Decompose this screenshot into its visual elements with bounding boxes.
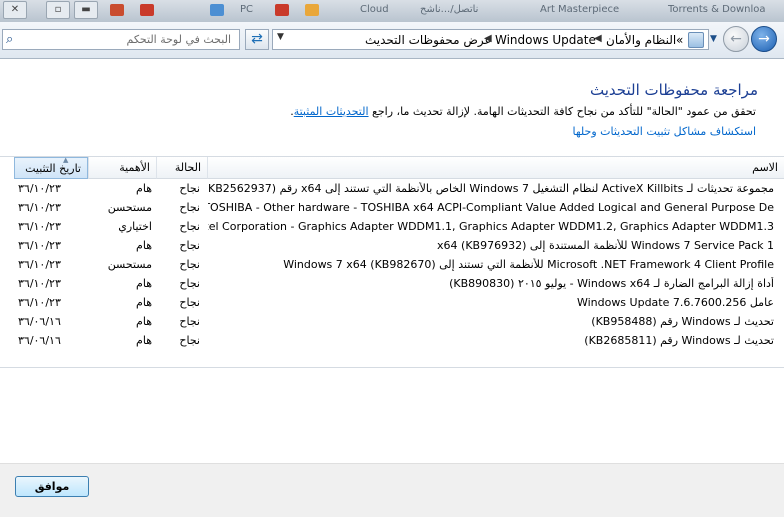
table-row[interactable]: Intel Corporation - Graphics Adapter WDD…: [0, 218, 784, 237]
taskbar-label[interactable]: ناتصل/...ناشح: [420, 4, 478, 15]
update-status-cell: نجاح: [179, 334, 200, 347]
app-icon[interactable]: [210, 4, 224, 16]
update-importance-cell: هام: [136, 239, 152, 252]
taskbar: ✕ ▫ ▬ PC Cloud ناتصل/...ناشح Art Masterp…: [0, 0, 784, 23]
troubleshoot-link[interactable]: استكشاف مشاكل تثبيت التحديثات وحلها: [572, 125, 756, 138]
update-date-cell: ٣٦/١٠/٢٣: [18, 296, 61, 309]
update-name-cell: Intel Corporation - Graphics Adapter WDD…: [208, 220, 774, 233]
page-description: تحقق من عمود "الحالة" للتأكد من نجاح كاف…: [290, 105, 756, 118]
installed-updates-link[interactable]: التحديثات المثبتة: [294, 105, 369, 118]
update-name-cell: Microsoft .NET Framework 4 Client Profil…: [283, 258, 774, 271]
update-status-cell: نجاح: [179, 315, 200, 328]
update-name-cell: عامل Windows Update 7.6.7600.256: [576, 296, 774, 309]
update-status-cell: نجاح: [179, 220, 200, 233]
arrow-right-icon: ←: [730, 31, 742, 47]
update-date-cell: ٣٦/١٠/٢٣: [18, 182, 61, 195]
app-icon[interactable]: [275, 4, 289, 16]
taskbar-label[interactable]: Cloud: [360, 4, 389, 15]
column-header-status[interactable]: الحالة: [156, 157, 207, 179]
update-history-list: الاسم الحالة الأهمية تاريخ التثبيت ▲ مجم…: [0, 156, 784, 368]
sort-ascending-icon: ▲: [63, 156, 69, 164]
refresh-button[interactable]: ⇄: [245, 29, 269, 50]
app-icon[interactable]: [140, 4, 154, 16]
table-row[interactable]: تحديث لـ Windows رقم (KB2685811) نجاح هام ٣…: [0, 332, 784, 351]
update-status-cell: نجاح: [179, 258, 200, 271]
update-status-cell: نجاح: [179, 201, 200, 214]
update-date-cell: ٣٦/١٠/٢٣: [18, 239, 61, 252]
search-icon: ⌕: [6, 32, 14, 47]
update-status-cell: نجاح: [179, 182, 200, 195]
refresh-icon: ⇄: [251, 31, 263, 47]
search-input[interactable]: ⌕ البحث في لوحة التحكم: [2, 29, 240, 50]
table-row[interactable]: أداة إزالة البرامج الضارة لـ Windows x64…: [0, 275, 784, 294]
app-icon[interactable]: [110, 4, 124, 16]
update-name-cell: تحديث لـ Windows رقم (KB958488): [591, 315, 774, 328]
back-button[interactable]: →: [751, 26, 777, 52]
dialog-footer: موافق: [0, 463, 784, 517]
update-importance-cell: مستحسن: [107, 201, 152, 214]
breadcrumb-item-windows-update[interactable]: Windows Update: [495, 33, 596, 47]
update-importance-cell: هام: [136, 334, 152, 347]
recent-pages-chevron-icon[interactable]: ▼: [710, 34, 717, 44]
update-status-cell: نجاح: [179, 239, 200, 252]
breadcrumb[interactable]: ▼ عرض محفوظات التحديث ◀ Windows Update ◀…: [272, 29, 709, 50]
update-date-cell: ٣٦/٠٦/١٦: [18, 334, 61, 347]
update-status-cell: نجاح: [179, 277, 200, 290]
ok-button[interactable]: موافق: [15, 476, 89, 497]
update-importance-cell: هام: [136, 296, 152, 309]
close-window-button[interactable]: ✕: [3, 1, 27, 19]
taskbar-label[interactable]: PC: [240, 4, 253, 15]
chevron-down-icon[interactable]: ▼: [277, 32, 284, 42]
forward-button[interactable]: ←: [723, 26, 749, 52]
app-icon[interactable]: [305, 4, 319, 16]
taskbar-label[interactable]: Art Masterpiece: [540, 4, 619, 15]
update-name-cell: TOSHIBA - Other hardware - TOSHIBA x64 A…: [208, 201, 774, 214]
update-date-cell: ٣٦/١٠/٢٣: [18, 220, 61, 233]
update-name-cell: Windows 7 Service Pack 1 للأنظمة المستند…: [437, 239, 774, 252]
update-date-cell: ٣٦/١٠/٢٣: [18, 258, 61, 271]
table-row[interactable]: Microsoft .NET Framework 4 Client Profil…: [0, 256, 784, 275]
page-title: مراجعة محفوظات التحديث: [590, 81, 758, 99]
address-toolbar: ⌕ البحث في لوحة التحكم ⇄ ▼ عرض محفوظات ا…: [0, 22, 784, 59]
update-date-cell: ٣٦/١٠/٢٣: [18, 201, 61, 214]
search-placeholder: البحث في لوحة التحكم: [126, 33, 232, 46]
arrow-left-icon: →: [758, 31, 770, 47]
table-row[interactable]: TOSHIBA - Other hardware - TOSHIBA x64 A…: [0, 199, 784, 218]
update-importance-cell: هام: [136, 315, 152, 328]
column-header-name[interactable]: الاسم: [207, 157, 784, 179]
control-panel-icon: [688, 32, 704, 48]
update-date-cell: ٣٦/٠٦/١٦: [18, 315, 61, 328]
table-row[interactable]: مجموعة تحديثات لـ ActiveX Killbits لنظام…: [0, 180, 784, 199]
update-name-cell: أداة إزالة البرامج الضارة لـ Windows x64…: [449, 277, 774, 290]
update-importance-cell: هام: [136, 277, 152, 290]
restore-window-button[interactable]: ▫: [46, 1, 70, 19]
table-row[interactable]: عامل Windows Update 7.6.7600.256 نجاح هام ٣…: [0, 294, 784, 313]
description-text: تحقق من عمود "الحالة" للتأكد من نجاح كاف…: [372, 105, 756, 118]
breadcrumb-item-system-security[interactable]: النظام والأمان: [606, 33, 676, 47]
column-header-date[interactable]: تاريخ التثبيت ▲: [14, 156, 88, 179]
update-date-cell: ٣٦/١٠/٢٣: [18, 277, 61, 290]
table-row[interactable]: تحديث لـ Windows رقم (KB958488) نجاح هام ٣٦…: [0, 313, 784, 332]
update-importance-cell: اختياري: [118, 220, 152, 233]
breadcrumb-separator-icon[interactable]: ◀: [594, 33, 602, 44]
breadcrumb-overflow[interactable]: «: [676, 33, 683, 47]
minimize-window-button[interactable]: ▬: [74, 1, 98, 19]
taskbar-label[interactable]: Torrents & Downloa: [668, 4, 766, 15]
update-status-cell: نجاح: [179, 296, 200, 309]
table-row[interactable]: Windows 7 Service Pack 1 للأنظمة المستند…: [0, 237, 784, 256]
main-content: مراجعة محفوظات التحديث تحقق من عمود "الح…: [0, 59, 784, 517]
update-name-cell: تحديث لـ Windows رقم (KB2685811): [584, 334, 774, 347]
update-importance-cell: مستحسن: [107, 258, 152, 271]
update-importance-cell: هام: [136, 182, 152, 195]
update-name-cell: مجموعة تحديثات لـ ActiveX Killbits لنظام…: [208, 182, 774, 195]
breadcrumb-separator-icon[interactable]: ◀: [484, 33, 492, 44]
column-header-importance[interactable]: الأهمية: [88, 157, 156, 179]
breadcrumb-item-history[interactable]: عرض محفوظات التحديث: [365, 33, 492, 47]
